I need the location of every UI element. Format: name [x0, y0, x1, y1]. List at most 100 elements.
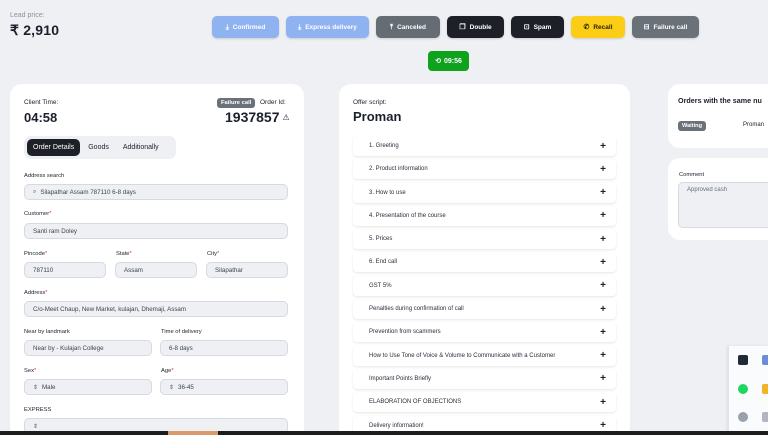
tab-goods[interactable]: Goods	[82, 139, 115, 156]
plus-icon[interactable]: +	[600, 327, 606, 338]
script-item-presentation[interactable]: 4. Presentation of the course +	[353, 205, 616, 226]
plus-icon[interactable]: +	[600, 141, 606, 152]
tray-edge-icon[interactable]	[762, 384, 768, 394]
plus-icon[interactable]: +	[600, 350, 606, 361]
phone-icon: ✆	[583, 23, 590, 31]
failure-call-button[interactable]: ⊟ Failure call	[632, 16, 699, 38]
lead-price-label: Lead price:	[10, 12, 45, 19]
express-label: EXPRESS	[24, 407, 52, 413]
plus-icon[interactable]: +	[600, 257, 606, 268]
address-search-input[interactable]: ⌕ Silapathar Assam 787110 6-8 days	[24, 184, 288, 200]
taskbar-strip	[0, 431, 768, 435]
confirmed-button[interactable]: ⤓ Confirmed	[212, 16, 279, 38]
comment-textarea[interactable]: Approved cash	[678, 182, 768, 228]
download-icon: ⤓	[298, 23, 302, 31]
address-label: Address*	[24, 290, 48, 296]
spotify-icon[interactable]	[738, 384, 748, 394]
timer-icon: ⟲	[435, 58, 441, 65]
address-search-label: Address search	[24, 173, 65, 179]
script-item-tone-of-voice[interactable]: How to Use Tone of Voice & Volume to Com…	[353, 345, 616, 366]
address-input[interactable]: C/o-Meet Chaup, New Market, kulajan, Dhe…	[24, 301, 288, 317]
plus-icon[interactable]: +	[600, 420, 606, 431]
recall-button[interactable]: ✆ Recall	[571, 16, 625, 38]
settings-icon[interactable]	[738, 412, 748, 422]
script-item-how-to-use[interactable]: 3. How to use +	[353, 182, 616, 203]
plus-icon[interactable]: +	[600, 280, 606, 291]
age-label: Age*	[161, 368, 174, 374]
delivery-time-label: Time of delivery	[161, 329, 202, 335]
same-number-title: Orders with the same nu	[678, 96, 762, 105]
warning-icon[interactable]: ⚠	[283, 113, 290, 122]
order-id-label: Order Id:	[260, 99, 286, 106]
spam-button[interactable]: ⊡ Spam	[511, 16, 564, 38]
status-badge: Failure call	[217, 98, 256, 108]
age-select[interactable]: ⇕ 36-45	[160, 379, 288, 395]
tab-order-details[interactable]: Order Details	[27, 139, 81, 156]
tray-edge-icon[interactable]	[762, 412, 768, 422]
landmark-label: Near by landmark	[24, 329, 70, 335]
script-item-objections[interactable]: ELABORATION OF OBJECTIONS +	[353, 392, 616, 413]
plus-icon[interactable]: +	[600, 210, 606, 221]
pincode-input[interactable]: 787110	[24, 262, 106, 278]
offer-script-card: Offer script: Proman 1. Greeting + 2. Pro…	[339, 84, 630, 435]
search-icon: ⌕	[33, 188, 37, 195]
plus-icon[interactable]: +	[600, 397, 606, 408]
customer-input[interactable]: Santi ram Doley	[24, 223, 288, 239]
order-id-value: 1937857 ⚠	[225, 109, 290, 125]
download-icon: ⤓	[225, 23, 229, 31]
call-timer: ⟲ 09:56	[428, 51, 469, 71]
same-number-orders-card: Orders with the same nu Waiting Proman	[668, 84, 768, 148]
tab-additionally[interactable]: Additionally	[117, 139, 165, 156]
upload-icon: ⤒	[389, 23, 394, 31]
plus-icon[interactable]: +	[600, 164, 606, 175]
script-list: 1. Greeting + 2. Product information + 3. …	[353, 136, 616, 435]
script-item-penalties[interactable]: Penalties during confirmation of call +	[353, 299, 616, 320]
state-label: State*	[116, 251, 132, 257]
order-details-card: Client Time: 04:58 Failure call Order Id…	[10, 84, 304, 435]
offer-product-name: Proman	[353, 109, 402, 124]
order-tabs: Order Details Goods Additionally	[24, 136, 176, 159]
client-time-value: 04:58	[24, 110, 58, 125]
script-item-product-information[interactable]: 2. Product information +	[353, 159, 616, 180]
tray-edge-icon[interactable]	[762, 355, 768, 365]
double-button[interactable]: ❐ Double	[447, 16, 504, 38]
city-label: City*	[207, 251, 220, 257]
express-delivery-button[interactable]: ⤓ Express delivery	[286, 16, 369, 38]
lead-price-block: Lead price: ₹ 2,910	[10, 12, 59, 39]
sex-label: Sex*	[24, 368, 37, 374]
updown-arrow-icon: ⇕	[33, 384, 39, 391]
shield-icon[interactable]	[738, 355, 748, 365]
comment-card: Comment Approved cash	[668, 158, 768, 240]
offer-script-label: Offer script:	[353, 99, 387, 106]
plus-icon[interactable]: +	[600, 234, 606, 245]
sex-select[interactable]: ⇕ Male	[24, 379, 152, 395]
updown-arrow-icon: ⇕	[169, 384, 175, 391]
copy-icon: ❐	[459, 23, 466, 31]
plus-icon[interactable]: +	[600, 373, 606, 384]
spam-icon: ⊡	[523, 23, 530, 31]
waiting-badge: Waiting	[678, 121, 706, 131]
customer-label: Customer*	[24, 211, 52, 217]
taskbar-highlight	[168, 431, 218, 435]
script-item-scammers[interactable]: Prevention from scammers +	[353, 322, 616, 343]
script-item-greeting[interactable]: 1. Greeting +	[353, 136, 616, 156]
timer-value: 09:56	[443, 57, 462, 65]
plus-icon[interactable]: +	[600, 304, 606, 315]
script-item-gst[interactable]: GST 5% +	[353, 275, 616, 296]
comment-label: Comment	[679, 172, 705, 178]
script-item-prices[interactable]: 5. Prices +	[353, 229, 616, 250]
delivery-time-input[interactable]: 6-8 days	[160, 340, 288, 356]
system-tray-popup	[728, 346, 768, 435]
same-number-product: Proman	[743, 122, 765, 128]
city-input[interactable]: Silapathar	[206, 262, 288, 278]
script-item-end-call[interactable]: 6. End call +	[353, 252, 616, 273]
canceled-button[interactable]: ⤒ Canceled	[376, 16, 440, 38]
pincode-label: Pincode*	[24, 251, 48, 257]
plus-icon[interactable]: +	[600, 187, 606, 198]
minus-square-icon: ⊟	[643, 23, 650, 31]
script-item-important-points[interactable]: Important Points Briefly +	[353, 368, 616, 389]
state-input[interactable]: Assam	[115, 262, 197, 278]
landmark-input[interactable]: Near by - Kulajan College	[24, 340, 152, 356]
lead-price-value: ₹ 2,910	[10, 22, 60, 38]
client-time-label: Client Time:	[24, 99, 59, 106]
